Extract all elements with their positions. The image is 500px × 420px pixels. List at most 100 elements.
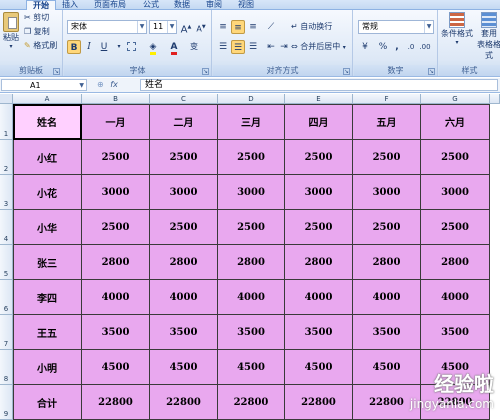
table-cell[interactable]: 2500	[353, 140, 421, 175]
align-middle-icon[interactable]: ≡	[231, 20, 245, 34]
conditional-format-button[interactable]: 条件格式 ▾	[440, 12, 474, 46]
table-cell[interactable]: 4000	[285, 280, 353, 315]
table-cell[interactable]: 3000	[285, 175, 353, 210]
table-cell[interactable]: 4000	[421, 280, 490, 315]
currency-icon[interactable]: ¥	[358, 40, 372, 54]
font-color-button[interactable]: A	[167, 40, 181, 55]
fx-button[interactable]: ⊕ fx	[97, 79, 137, 91]
table-cell[interactable]: 2500	[353, 210, 421, 245]
row-header[interactable]: 5	[0, 245, 13, 280]
percent-button[interactable]: %	[376, 40, 390, 54]
shrink-font-button[interactable]: A▼	[194, 20, 208, 34]
table-cell[interactable]: 22800	[218, 385, 285, 420]
table-header-cell[interactable]: 姓名	[13, 104, 82, 140]
table-cell[interactable]: 2800	[82, 245, 150, 280]
table-cell[interactable]: 3000	[353, 175, 421, 210]
table-cell[interactable]: 4000	[82, 280, 150, 315]
column-header-partial[interactable]	[490, 94, 500, 104]
column-header[interactable]: A	[13, 94, 82, 104]
table-cell[interactable]: 3500	[218, 315, 285, 350]
table-cell[interactable]: 3000	[218, 175, 285, 210]
table-cell[interactable]: 22800	[285, 385, 353, 420]
table-cell[interactable]: 4000	[150, 280, 218, 315]
increase-decimal-icon[interactable]: .0	[404, 40, 418, 54]
select-all-corner[interactable]	[0, 94, 13, 104]
table-cell[interactable]: 王五	[13, 315, 82, 350]
row-header[interactable]: 3	[0, 175, 13, 210]
formula-input[interactable]: 姓名	[140, 79, 498, 91]
decrease-decimal-icon[interactable]: .00	[418, 40, 432, 54]
table-cell[interactable]: 2500	[285, 140, 353, 175]
comma-button[interactable]: ,	[390, 40, 404, 54]
table-header-cell[interactable]: 五月	[353, 104, 421, 140]
row-header[interactable]: 4	[0, 210, 13, 245]
tab-formulas[interactable]: 公式	[137, 0, 165, 10]
italic-button[interactable]: I	[82, 40, 96, 54]
table-cell[interactable]: 2800	[353, 245, 421, 280]
table-cell[interactable]: 2500	[82, 140, 150, 175]
row-header[interactable]: 2	[0, 140, 13, 175]
table-cell[interactable]: 2500	[421, 210, 490, 245]
align-center-icon[interactable]: ☰	[231, 40, 245, 54]
border-button[interactable]	[124, 40, 138, 54]
decrease-indent-icon[interactable]: ⇤	[264, 40, 278, 54]
table-header-cell[interactable]: 三月	[218, 104, 285, 140]
number-launcher-icon[interactable]: ↘	[428, 68, 435, 75]
tab-view[interactable]: 视图	[232, 0, 260, 10]
table-cell[interactable]: 3000	[150, 175, 218, 210]
tab-page-layout[interactable]: 页面布局	[88, 0, 132, 10]
column-header[interactable]: D	[218, 94, 285, 104]
table-cell[interactable]: 3500	[421, 315, 490, 350]
table-cell[interactable]: 4500	[218, 350, 285, 385]
grow-font-button[interactable]: A▲	[179, 20, 193, 35]
table-cell[interactable]: 22800	[150, 385, 218, 420]
table-cell[interactable]: 2500	[421, 140, 490, 175]
table-cell[interactable]: 3500	[150, 315, 218, 350]
table-cell[interactable]: 4500	[285, 350, 353, 385]
merge-center-button[interactable]: ⇔ 合并后居中 ▾	[291, 40, 346, 54]
row-header[interactable]: 7	[0, 315, 13, 350]
font-size-select[interactable]: 11 ▼	[149, 20, 177, 34]
wrap-text-button[interactable]: ↵ 自动换行	[291, 20, 332, 34]
column-header[interactable]: G	[421, 94, 490, 104]
table-cell[interactable]: 李四	[13, 280, 82, 315]
increase-indent-icon[interactable]: ⇥	[277, 40, 291, 54]
name-box[interactable]: A1 ▼	[1, 79, 87, 91]
align-top-icon[interactable]: ≡	[216, 20, 230, 34]
row-header[interactable]: 8	[0, 350, 13, 385]
table-cell[interactable]: 2500	[82, 210, 150, 245]
column-header[interactable]: E	[285, 94, 353, 104]
table-cell[interactable]: 合计	[13, 385, 82, 420]
tab-data[interactable]: 数据	[168, 0, 196, 10]
align-right-icon[interactable]: ☰	[246, 40, 260, 54]
table-header-cell[interactable]: 二月	[150, 104, 218, 140]
table-cell[interactable]: 小花	[13, 175, 82, 210]
tab-insert[interactable]: 插入	[56, 0, 84, 10]
row-header[interactable]: 9	[0, 385, 13, 420]
phonetic-button[interactable]: 变	[187, 40, 201, 54]
table-cell[interactable]: 3000	[421, 175, 490, 210]
table-cell[interactable]: 小华	[13, 210, 82, 245]
font-launcher-icon[interactable]: ↘	[202, 68, 209, 75]
table-header-cell[interactable]: 六月	[421, 104, 490, 140]
table-cell[interactable]: 3500	[82, 315, 150, 350]
align-bottom-icon[interactable]: ≡	[246, 20, 260, 34]
copy-button[interactable]: ❐ 复制	[24, 25, 50, 39]
tab-review[interactable]: 审阅	[200, 0, 228, 10]
table-cell[interactable]: 2800	[150, 245, 218, 280]
alignment-launcher-icon[interactable]: ↘	[343, 68, 350, 75]
font-name-select[interactable]: 宋体 ▼	[67, 20, 147, 34]
paste-button[interactable]: 粘贴 ▾	[0, 12, 22, 50]
table-cell[interactable]: 3500	[353, 315, 421, 350]
table-cell[interactable]: 2500	[218, 140, 285, 175]
table-header-cell[interactable]: 四月	[285, 104, 353, 140]
table-cell[interactable]: 4500	[82, 350, 150, 385]
table-cell[interactable]: 3500	[285, 315, 353, 350]
align-left-icon[interactable]: ☰	[216, 40, 230, 54]
number-format-select[interactable]: 常规 ▼	[358, 20, 434, 34]
clipboard-launcher-icon[interactable]: ↘	[53, 68, 60, 75]
column-header[interactable]: C	[150, 94, 218, 104]
bold-button[interactable]: B	[67, 40, 81, 54]
table-cell[interactable]: 2800	[421, 245, 490, 280]
table-cell[interactable]: 2800	[218, 245, 285, 280]
